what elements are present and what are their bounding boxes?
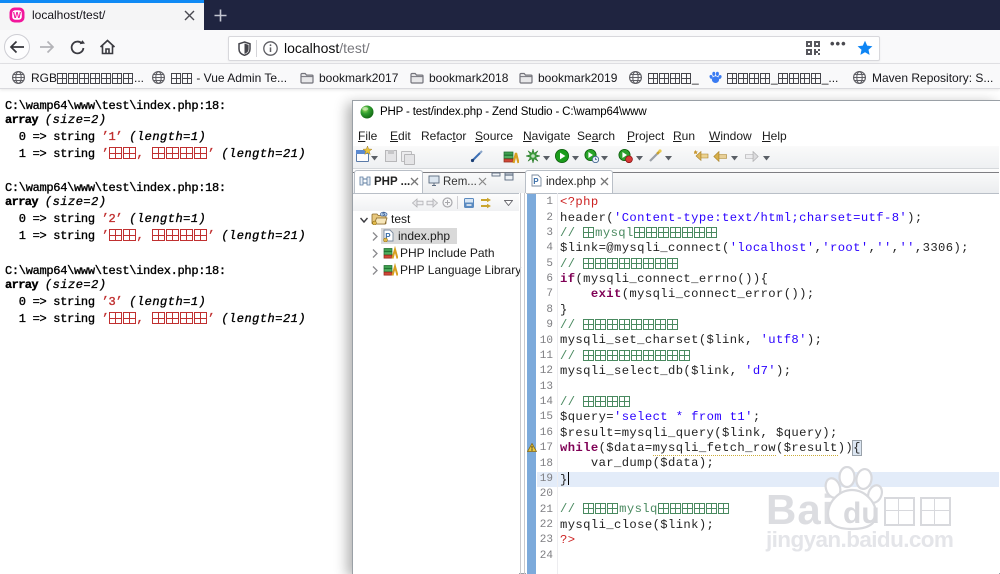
svg-text:S: S [382,212,385,217]
svg-text:P: P [533,177,539,186]
svg-text:W: W [13,10,22,20]
